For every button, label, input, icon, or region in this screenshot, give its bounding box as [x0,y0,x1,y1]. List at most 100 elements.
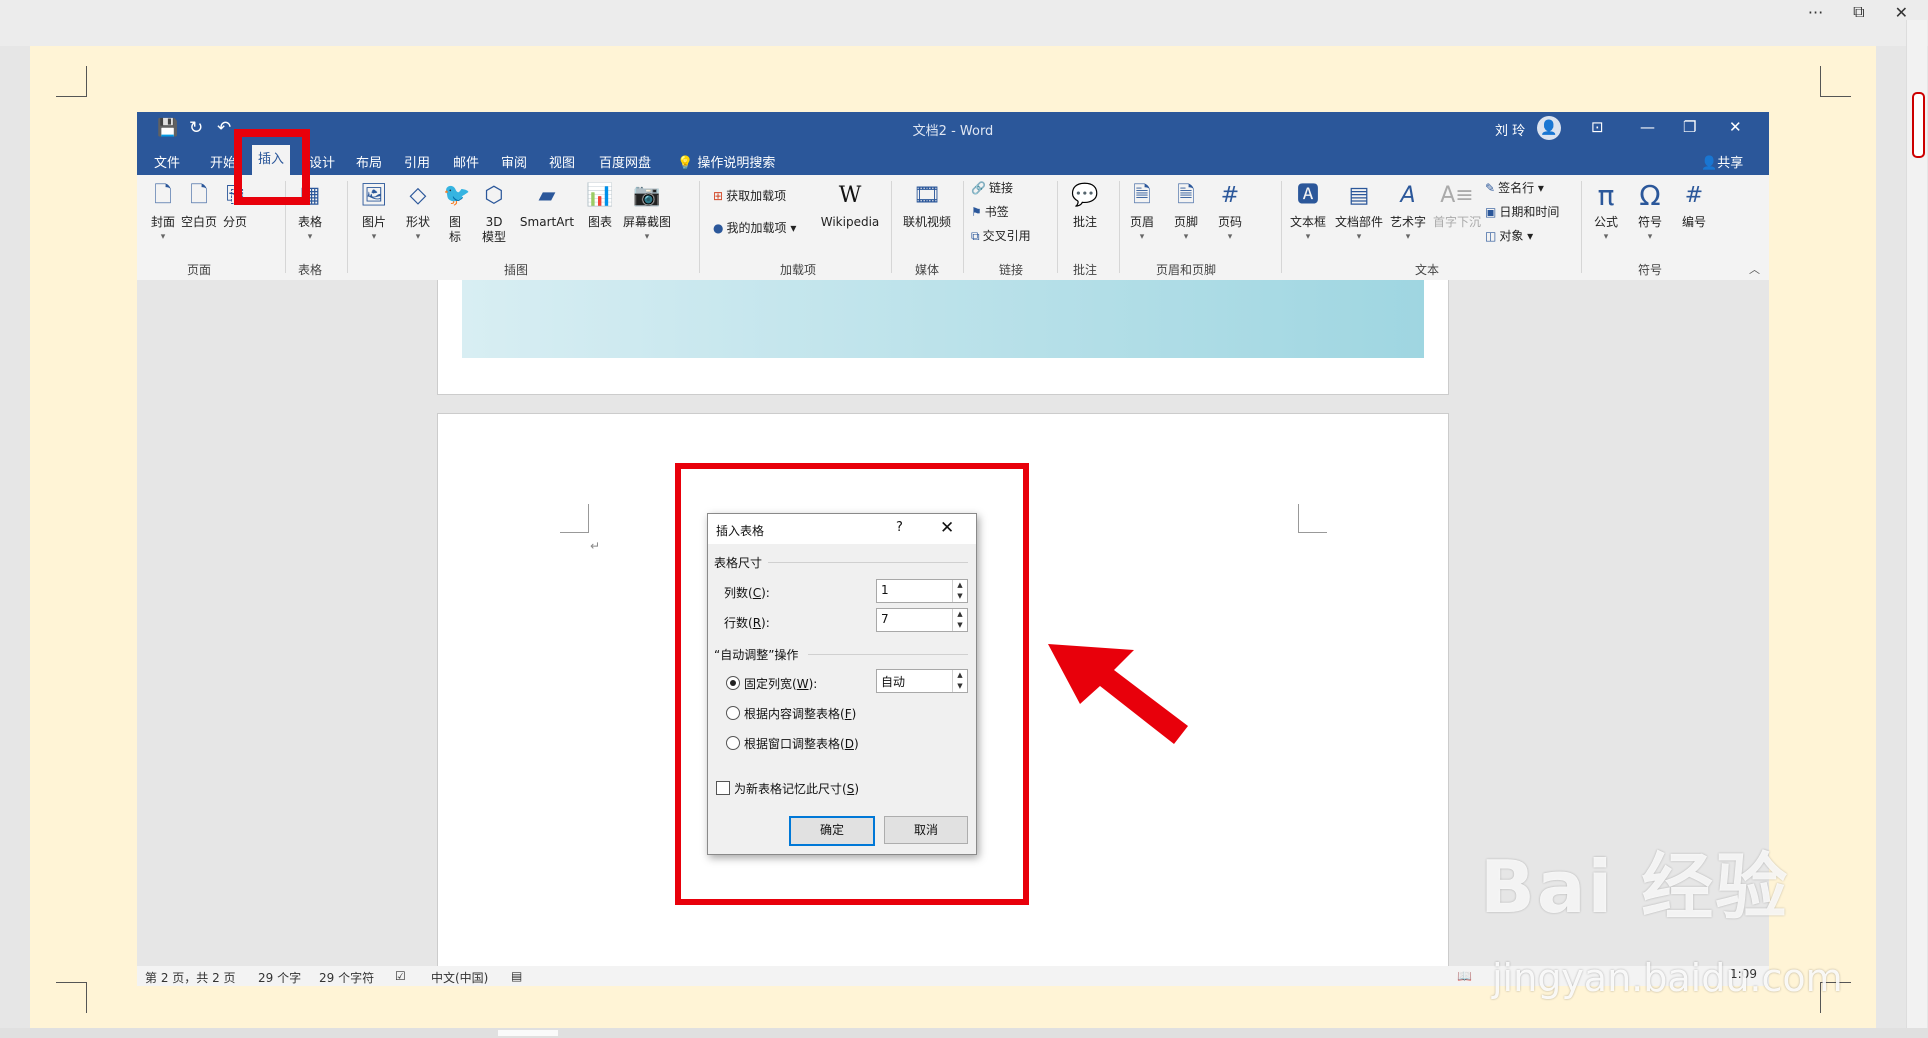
scroll-thumb[interactable] [498,1030,558,1036]
tab-file[interactable]: 文件 [154,152,180,171]
object-button[interactable]: ◫ 对象 ▾ [1485,227,1533,244]
cover-page-button[interactable]: 🗋 封面 ▾ [147,181,179,245]
scroll-thumb[interactable] [1912,92,1925,158]
footer-button[interactable]: 🗎 页脚 ▾ [1169,181,1203,245]
date-time-button[interactable]: ▣ 日期和时间 [1485,203,1559,220]
maximize-icon[interactable]: ❐ [1683,118,1696,136]
host-titlebar: ··· ⧉ ✕ [0,0,1928,46]
quick-parts-button[interactable]: ▤ 文档部件 ▾ [1333,181,1385,245]
chart-button[interactable]: 📊 图表 [583,181,617,230]
text-box-icon: 🅰 [1296,183,1319,208]
signature-line-button[interactable]: ✎ 签名行 ▾ [1485,179,1544,196]
collapse-ribbon-icon[interactable]: ︿ [1749,261,1760,277]
shapes-button[interactable]: ◇ 形状 ▾ [401,181,435,245]
drop-cap-button[interactable]: A≡ 首字下沉 [1431,181,1483,230]
tab-home[interactable]: 开始 [210,152,236,171]
omega-icon: Ω [1639,179,1661,212]
word-count[interactable]: 29 个字 [258,969,301,986]
language[interactable]: 中文(中国) [431,969,488,986]
page-count[interactable]: 第 2 页，共 2 页 [145,969,236,986]
numbering-button[interactable]: # 编号 [1677,181,1711,230]
share-button[interactable]: 👤共享 [1701,152,1743,171]
object-icon: ◫ [1485,229,1497,243]
highlight-dialog [675,463,1029,905]
ribbon-separator [1281,181,1282,273]
smartart-button[interactable]: ▰ SmartArt [515,181,579,230]
page-number-button[interactable]: # 页码 ▾ [1213,181,1247,245]
group-label-pages: 页面 [186,263,211,277]
read-mode-icon[interactable]: 📖 [1457,969,1472,983]
highlight-insert-tab [234,129,310,205]
watermark-url: jingyan.baidu.com [1492,956,1843,1000]
macro-icon[interactable]: ▤ [511,969,522,983]
blank-page-icon: 🗋 [190,183,208,208]
ribbon-separator [891,181,892,273]
bookmark-button[interactable]: ⚑ 书签 [971,203,1009,220]
get-addins-button[interactable]: ⊞ 获取加载项 [713,187,786,204]
screenshot-button[interactable]: 📷 屏幕截图 ▾ [619,181,675,245]
document-page [437,280,1449,395]
avatar[interactable]: 👤 [1537,116,1561,140]
wordart-button[interactable]: A 艺术字 ▾ [1387,181,1429,245]
wordart-icon: A [1400,183,1416,208]
tab-view[interactable]: 视图 [549,152,575,171]
ribbon-separator [963,181,964,273]
quick-parts-icon: ▤ [1348,183,1370,208]
chart-icon: 📊 [586,183,614,208]
store-icon: ⊞ [713,189,724,203]
link-icon: 🔗 [971,181,986,195]
more-icon[interactable]: ··· [1808,3,1823,22]
comment-button[interactable]: 💬 批注 [1065,181,1105,230]
outer-horizontal-scrollbar[interactable] [0,1028,1928,1038]
word-titlebar: 💾 ↻ ↶ 文档2 - Word 刘 玲 👤 ⊡ — ❐ ✕ [137,112,1769,145]
ribbon-separator [347,181,348,273]
wikipedia-button[interactable]: W Wikipedia [815,181,885,230]
close-icon[interactable]: ✕ [1729,118,1742,136]
blank-page-button[interactable]: 🗋 空白页 [179,181,219,230]
text-box-button[interactable]: 🅰 文本框 ▾ [1287,181,1329,245]
online-video-button[interactable]: 🎞 联机视频 [899,181,955,230]
ribbon-separator [699,181,700,273]
tab-baidu-netdisk[interactable]: 百度网盘 [599,152,651,171]
tab-review[interactable]: 审阅 [501,152,527,171]
gradient-banner [462,280,1424,358]
tab-design[interactable]: 设计 [309,152,335,171]
tab-mailings[interactable]: 邮件 [453,152,479,171]
group-label-media: 媒体 [914,263,939,277]
equation-button[interactable]: π 公式 ▾ [1589,181,1623,245]
link-button[interactable]: 🔗 链接 [971,179,1013,196]
lightbulb-icon: 💡 [677,156,694,171]
header-button[interactable]: 🗎 页眉 ▾ [1125,181,1159,245]
char-count[interactable]: 29 个字符 [319,969,374,986]
picture-button[interactable]: 🖼 图片 ▾ [357,181,391,245]
group-label-illustrations: 插图 [503,263,528,277]
cross-reference-button[interactable]: ⧉ 交叉引用 [971,227,1031,244]
watermark-logo: Bai 经验 [1480,845,1790,929]
paragraph-mark-icon: ↵ [590,539,601,553]
tell-me-search[interactable]: 💡 操作说明搜索 [677,152,775,171]
proofing-icon[interactable]: ☑ [395,969,406,983]
my-addins-button[interactable]: ● 我的加载项 ▾ [713,219,796,236]
tab-layout[interactable]: 布局 [356,152,382,171]
close-icon[interactable]: ✕ [1895,3,1908,22]
picture-icon: 🖼 [360,183,388,208]
symbol-button[interactable]: Ω 符号 ▾ [1633,181,1667,245]
group-label-header-footer: 页眉和页脚 [1155,263,1216,277]
user-name[interactable]: 刘 玲 [1495,120,1525,139]
pi-icon: π [1597,179,1615,212]
ribbon-display-options-icon[interactable]: ⊡ [1591,118,1604,136]
cross-reference-icon: ⧉ [971,229,980,243]
3d-models-button[interactable]: ⬡ 3D 模型 [477,181,511,245]
minimize-icon[interactable]: — [1640,118,1655,136]
icons-button[interactable]: 🐦 图 标 [443,181,470,245]
smartart-icon: ▰ [538,183,556,208]
outer-vertical-scrollbar[interactable] [1906,20,1927,1032]
tab-references[interactable]: 引用 [404,152,430,171]
host-window-controls: ··· ⧉ ✕ [1808,0,1908,24]
bookmark-icon: ⚑ [971,205,982,219]
drop-cap-icon: A≡ [1440,183,1474,208]
restore-icon[interactable]: ⧉ [1853,2,1864,22]
group-label-tables: 表格 [297,263,322,277]
group-label-links: 链接 [998,263,1023,277]
ribbon-separator [1057,181,1058,273]
